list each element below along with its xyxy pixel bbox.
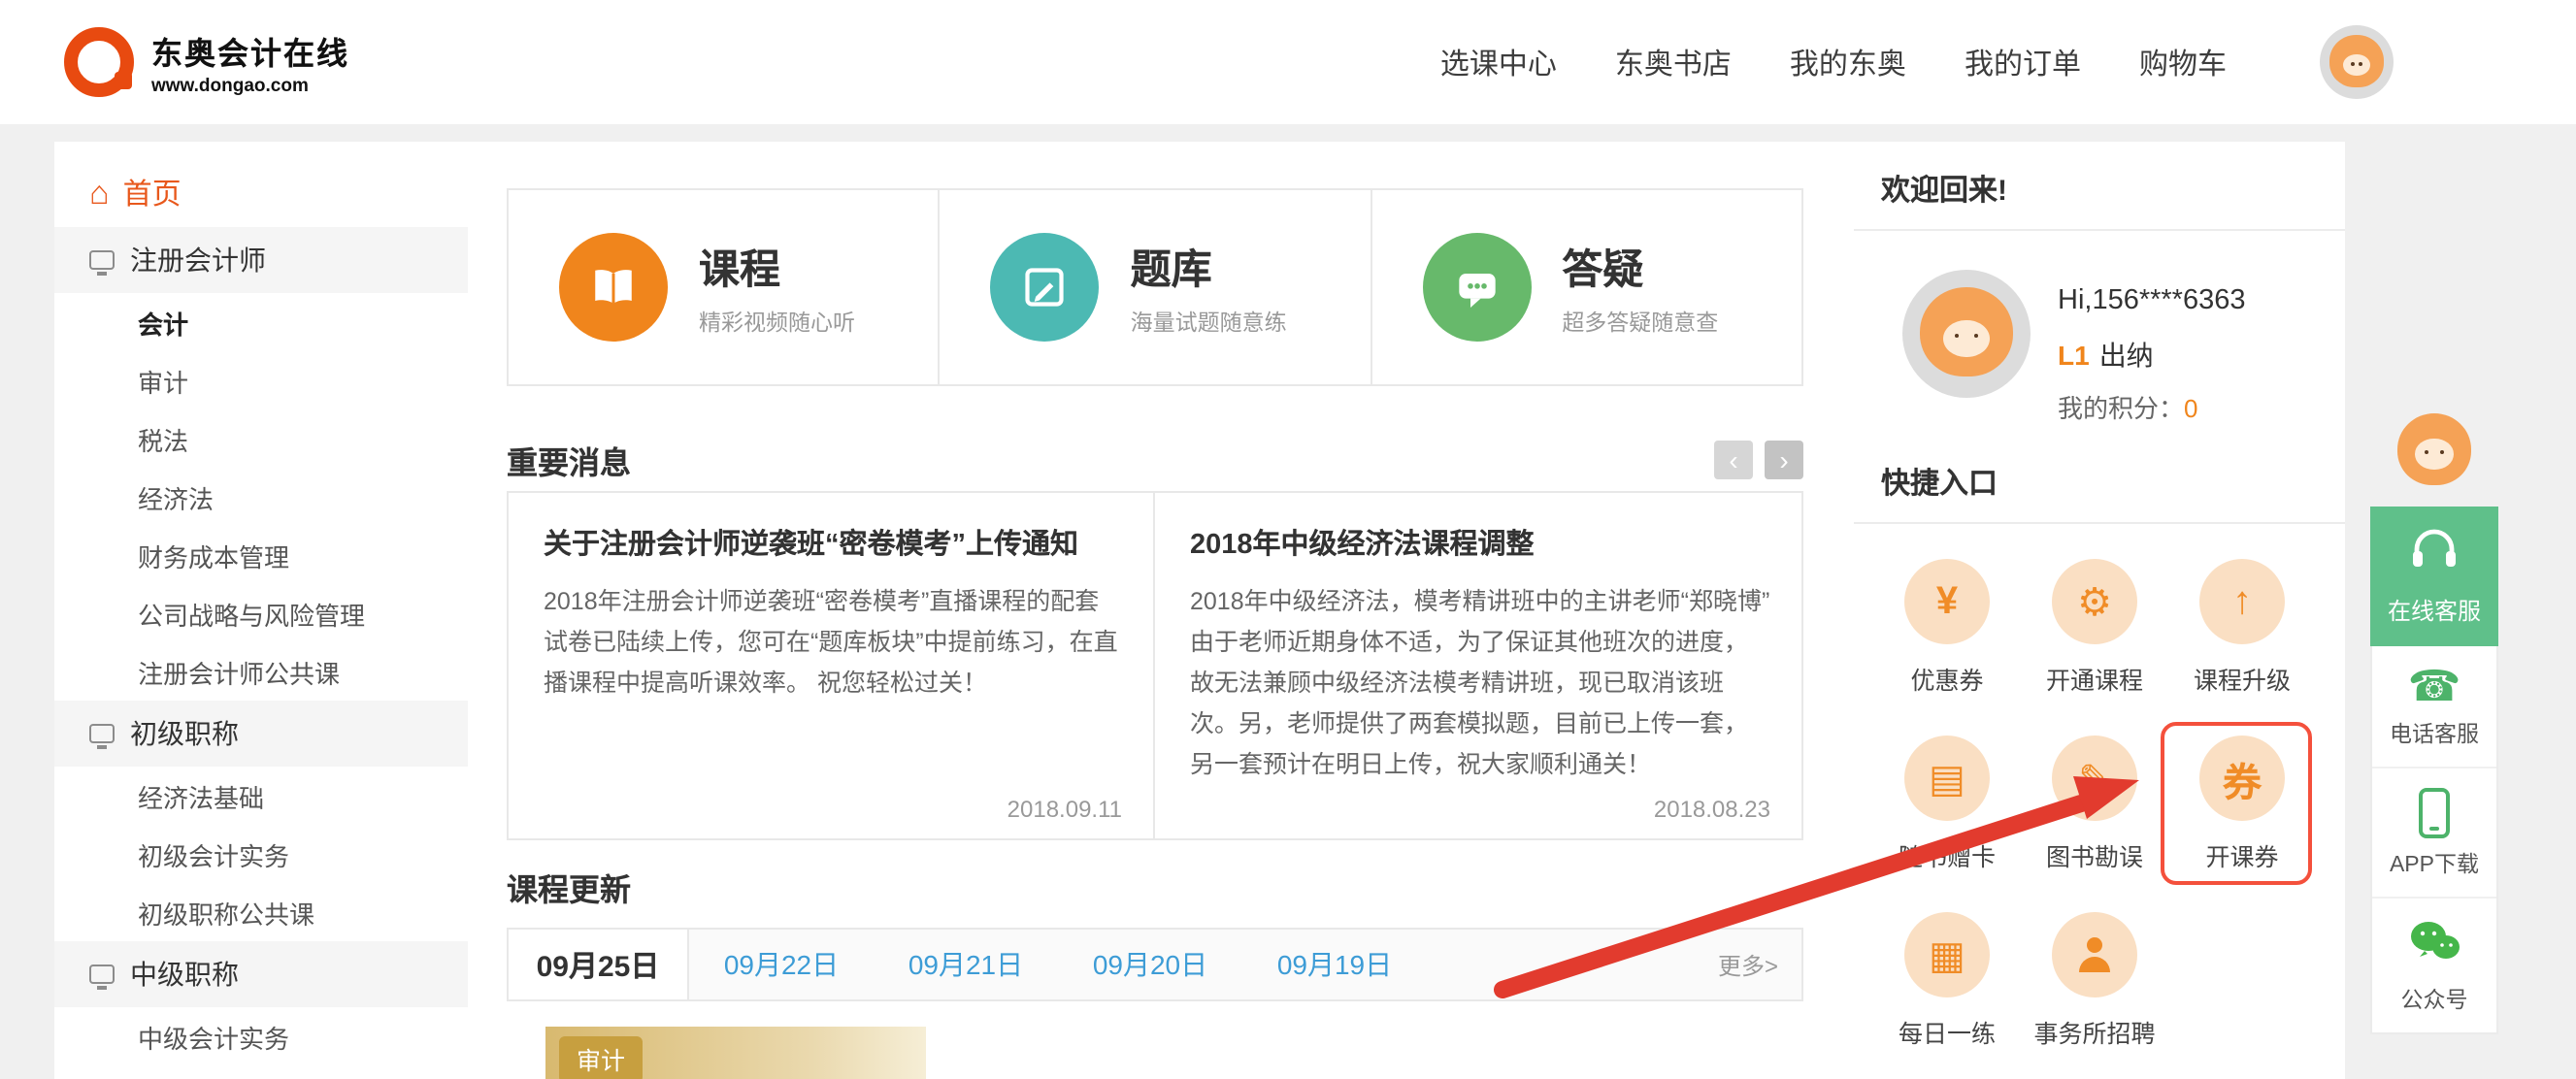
monitor-icon [89, 965, 115, 984]
logo-subtitle: www.dongao.com [151, 76, 349, 97]
sidebar-section-junior[interactable]: 初级职称 [54, 701, 468, 767]
gear-icon: ⚙ [2052, 559, 2137, 644]
sidebar-item-cpa-public[interactable]: 注册会计师公共课 [54, 642, 468, 701]
sidebar-item-financial-cost-mgmt[interactable]: 财务成本管理 [54, 526, 468, 584]
card-courses[interactable]: 课程 精彩视频随心听 [509, 190, 939, 384]
card-qa[interactable]: 答疑 超多答疑随意查 [1370, 190, 1801, 384]
quick-entry-coupon[interactable]: ¥ 优惠券 [1873, 545, 2021, 697]
news-item: 关于注册会计师逆袭班“密卷模考”上传通知 2018年注册会计师逆袭班“密卷模考”… [509, 493, 1155, 838]
quick-entry-gift-card[interactable]: ▤ 随书赠卡 [1873, 722, 2021, 873]
news-body: 2018年中级经济法，模考精讲班中的主讲老师“郑晓博” 由于老师近期身体不适，为… [1190, 582, 1770, 786]
news-item: 2018年中级经济法课程调整 2018年中级经济法，模考精讲班中的主讲老师“郑晓… [1155, 493, 1801, 838]
people-icon [2052, 912, 2137, 997]
welcome-title: 欢迎回来! [1854, 142, 2345, 231]
sidebar-item-home[interactable]: ⌂ 首页 [54, 157, 468, 227]
sidebar-item-econ-law-basics[interactable]: 经济法基础 [54, 767, 468, 825]
more-link[interactable]: 更多> [1718, 930, 1801, 999]
feature-cards: 课程 精彩视频随心听 题库 海量试题随意练 答疑 超多答 [507, 188, 1803, 386]
tab-date-0925[interactable]: 09月25日 [509, 930, 689, 999]
sidebar-item-intermediate-finance[interactable]: 中级财务管理 [54, 1065, 468, 1079]
quick-entry-errata[interactable]: ✎ 图书勘误 [2021, 722, 2168, 873]
daily-practice-icon: ▦ [1904, 912, 1990, 997]
news-prev-button[interactable]: ‹ [1714, 441, 1753, 479]
news-date: 2018.09.11 [1007, 796, 1122, 823]
phone-service-button[interactable]: ☎ 电话客服 [2372, 646, 2496, 767]
online-service-button[interactable]: 在线客服 [2370, 507, 2498, 646]
service-mascot [2382, 398, 2487, 503]
app-download-button[interactable]: APP下载 [2372, 767, 2496, 897]
quick-entry-firm-recruiting[interactable]: 事务所招聘 [2021, 899, 2168, 1050]
nav-cart[interactable]: 购物车 [2139, 42, 2227, 82]
page: 东奥会计在线 www.dongao.com 选课中心 东奥书店 我的东奥 我的订… [0, 0, 2576, 1079]
tab-date-0921[interactable]: 09月21日 [874, 930, 1058, 999]
coupon-icon: ¥ [1904, 559, 1990, 644]
news-pager: ‹ › [1714, 441, 1803, 479]
nav-bookstore[interactable]: 东奥书店 [1615, 42, 1732, 82]
course-update-row[interactable]: 审计 [545, 1027, 926, 1079]
sidebar-item-intermediate-accounting[interactable]: 中级会计实务 [54, 1007, 468, 1065]
chat-icon [1422, 233, 1531, 342]
gift-card-icon: ▤ [1904, 736, 1990, 821]
news-section-title: 重要消息 [507, 437, 631, 483]
tab-date-0919[interactable]: 09月19日 [1242, 930, 1427, 999]
errata-icon: ✎ [2052, 736, 2137, 821]
sidebar-item-tax-law[interactable]: 税法 [54, 409, 468, 468]
news-panel: 关于注册会计师逆袭班“密卷模考”上传通知 2018年注册会计师逆袭班“密卷模考”… [507, 491, 1803, 840]
mobile-icon [2419, 788, 2450, 838]
quick-entries-title: 快捷入口 [1854, 462, 2345, 524]
course-update-tabs: 09月25日 09月22日 09月21日 09月20日 09月19日 更多> [507, 928, 1803, 1001]
points-value: 0 [2184, 394, 2197, 423]
logo-mark-icon [64, 27, 134, 97]
news-body: 2018年注册会计师逆袭班“密卷模考”直播课程的配套试卷已陆续上传，您可在“题库… [544, 582, 1122, 704]
site-logo[interactable]: 东奥会计在线 www.dongao.com [64, 27, 349, 97]
user-level: L1出纳 [2058, 336, 2154, 375]
monitor-icon [89, 250, 115, 270]
tab-date-0922[interactable]: 09月22日 [689, 930, 874, 999]
sidebar-item-audit[interactable]: 审计 [54, 351, 468, 409]
course-updates-title: 课程更新 [507, 864, 631, 910]
user-greeting: Hi,156****6363 [2058, 285, 2246, 316]
quick-entry-daily-practice[interactable]: ▦ 每日一练 [1873, 899, 2021, 1050]
tab-date-0920[interactable]: 09月20日 [1058, 930, 1242, 999]
logo-title: 东奥会计在线 [151, 27, 349, 74]
wechat-icon [2407, 918, 2461, 974]
pencil-icon [991, 233, 1100, 342]
sidebar-item-strategy-risk[interactable]: 公司战略与风险管理 [54, 584, 468, 642]
news-next-button[interactable]: › [1765, 441, 1803, 479]
quick-entry-activate-course[interactable]: ⚙ 开通课程 [2021, 545, 2168, 697]
book-icon [559, 233, 668, 342]
sidebar-item-economic-law[interactable]: 经济法 [54, 468, 468, 526]
user-avatar[interactable] [2320, 25, 2394, 99]
user-points: 我的积分：0 [2058, 388, 2198, 425]
sidebar-section-cpa[interactable]: 注册会计师 [54, 227, 468, 293]
headset-icon [2409, 528, 2460, 580]
category-sidebar: ⌂ 首页 注册会计师 会计 审计 税法 经济法 财务成本管理 公司战略与风险管理… [54, 142, 468, 1079]
phone-icon: ☎ [2408, 666, 2461, 708]
sidebar-section-intermediate[interactable]: 中级职称 [54, 941, 468, 1007]
home-icon: ⌂ [89, 176, 110, 209]
service-panel: 在线客服 ☎ 电话客服 APP下载 公众号 [2370, 398, 2498, 1034]
sidebar-item-junior-public[interactable]: 初级职称公共课 [54, 883, 468, 941]
profile-avatar[interactable] [1902, 270, 2031, 398]
nav-my-dongao[interactable]: 我的东奥 [1790, 42, 1906, 82]
upgrade-icon: ↑ [2199, 559, 2285, 644]
card-question-bank[interactable]: 题库 海量试题随意练 [939, 190, 1371, 384]
sidebar-item-junior-accounting[interactable]: 初级会计实务 [54, 825, 468, 883]
welcome-panel: 欢迎回来! Hi,156****6363 L1出纳 我的积分：0 快捷入口 ¥ … [1854, 142, 2345, 1079]
nav-my-orders[interactable]: 我的订单 [1965, 42, 2081, 82]
nav-course-center[interactable]: 选课中心 [1440, 42, 1557, 82]
top-header: 东奥会计在线 www.dongao.com 选课中心 东奥书店 我的东奥 我的订… [0, 0, 2576, 124]
header-nav: 选课中心 东奥书店 我的东奥 我的订单 购物车 [1440, 25, 2394, 99]
monitor-icon [89, 724, 115, 743]
level-badge: L1 [2058, 340, 2090, 371]
wechat-official-button[interactable]: 公众号 [2372, 897, 2496, 1032]
subject-badge: 审计 [559, 1036, 643, 1079]
course-ticket-highlight-box [2161, 722, 2312, 885]
quick-entry-course-upgrade[interactable]: ↑ 课程升级 [2168, 545, 2316, 697]
content-area: ⌂ 首页 注册会计师 会计 审计 税法 经济法 财务成本管理 公司战略与风险管理… [54, 142, 2345, 1079]
sidebar-item-accounting[interactable]: 会计 [54, 293, 468, 351]
news-date: 2018.08.23 [1654, 796, 1770, 823]
news-title[interactable]: 关于注册会计师逆袭班“密卷模考”上传通知 [544, 522, 1122, 563]
news-title[interactable]: 2018年中级经济法课程调整 [1190, 522, 1770, 563]
